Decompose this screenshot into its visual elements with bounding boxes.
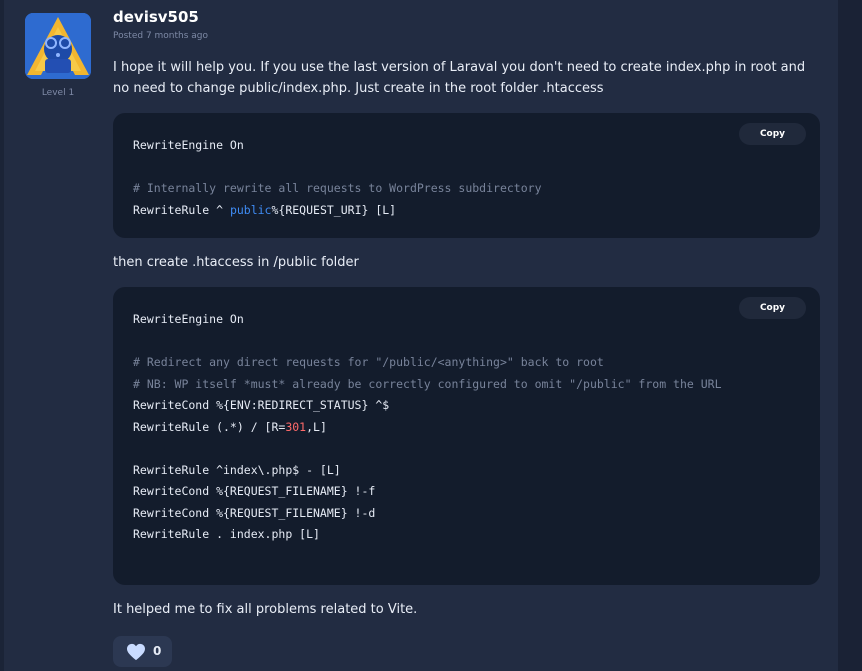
code-line: RewriteCond %{REQUEST_FILENAME} !-f (133, 484, 376, 498)
avatar-illustration (25, 13, 91, 79)
avatar[interactable] (25, 13, 91, 79)
user-level: Level 1 (41, 88, 75, 98)
code-line: RewriteCond %{ENV:REDIRECT_STATUS} ^$ (133, 398, 390, 412)
code-line: RewriteCond %{REQUEST_FILENAME} !-d (133, 505, 376, 520)
code-content: RewriteEngine On # Redirect any direct r… (133, 309, 722, 546)
code-line: RewriteRule ^index\.php$ - [L] (133, 462, 341, 477)
copy-button[interactable]: Copy (739, 123, 806, 145)
code-line: RewriteEngine On (133, 312, 244, 326)
code-line: # Redirect any direct requests for "/pub… (133, 355, 604, 369)
copy-button[interactable]: Copy (739, 297, 806, 319)
code-line: RewriteRule ^ public%{REQUEST_URI} [L] (133, 202, 397, 217)
like-count: 0 (153, 644, 162, 658)
code-line: RewriteRule (.*) / [R=301,L] (133, 419, 327, 434)
reply-outro-text: It helped me to fix all problems related… (113, 602, 418, 617)
right-gutter (838, 0, 862, 671)
code-block-1: Copy RewriteEngine On # Internally rewri… (113, 113, 820, 238)
code-line: # NB: WP itself *must* already be correc… (133, 376, 722, 391)
code-content: RewriteEngine On # Internally rewrite al… (133, 135, 542, 221)
author-name[interactable]: devisv505 (113, 8, 199, 26)
like-button[interactable]: 0 (113, 636, 172, 667)
code-line: RewriteRule . index.php [L] (133, 527, 320, 541)
reply-intro-text: I hope it will help you. If you use the … (113, 60, 806, 96)
reply-middle-text: then create .htaccess in /public folder (113, 255, 359, 270)
heart-icon (127, 643, 145, 661)
code-line: # Internally rewrite all requests to Wor… (133, 181, 542, 195)
code-block-2: Copy RewriteEngine On # Redirect any dir… (113, 287, 820, 585)
code-line: RewriteEngine On (133, 138, 244, 152)
posted-time[interactable]: Posted 7 months ago (113, 31, 208, 41)
